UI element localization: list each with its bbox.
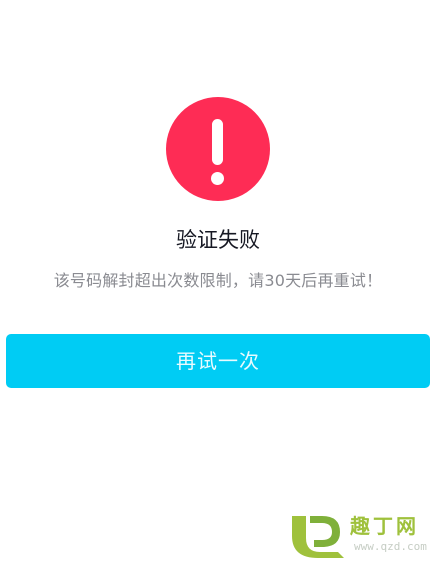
watermark: 趣丁网 www.qzd.com	[286, 508, 436, 562]
exclamation-dot	[211, 172, 224, 185]
watermark-brand: 趣丁网	[350, 514, 419, 538]
watermark-logo-icon	[292, 516, 344, 558]
exclamation-bar	[212, 119, 223, 165]
dialog-title: 验证失败	[176, 228, 260, 252]
retry-button[interactable]: 再试一次	[6, 334, 430, 388]
exclamation-icon	[166, 97, 270, 201]
watermark-url: www.qzd.com	[354, 540, 427, 553]
dialog-message: 该号码解封超出次数限制，请30天后再重试！	[53, 271, 383, 290]
verification-failed-page: 验证失败 该号码解封超出次数限制，请30天后再重试！ 再试一次 趣丁网 www.…	[0, 0, 436, 562]
